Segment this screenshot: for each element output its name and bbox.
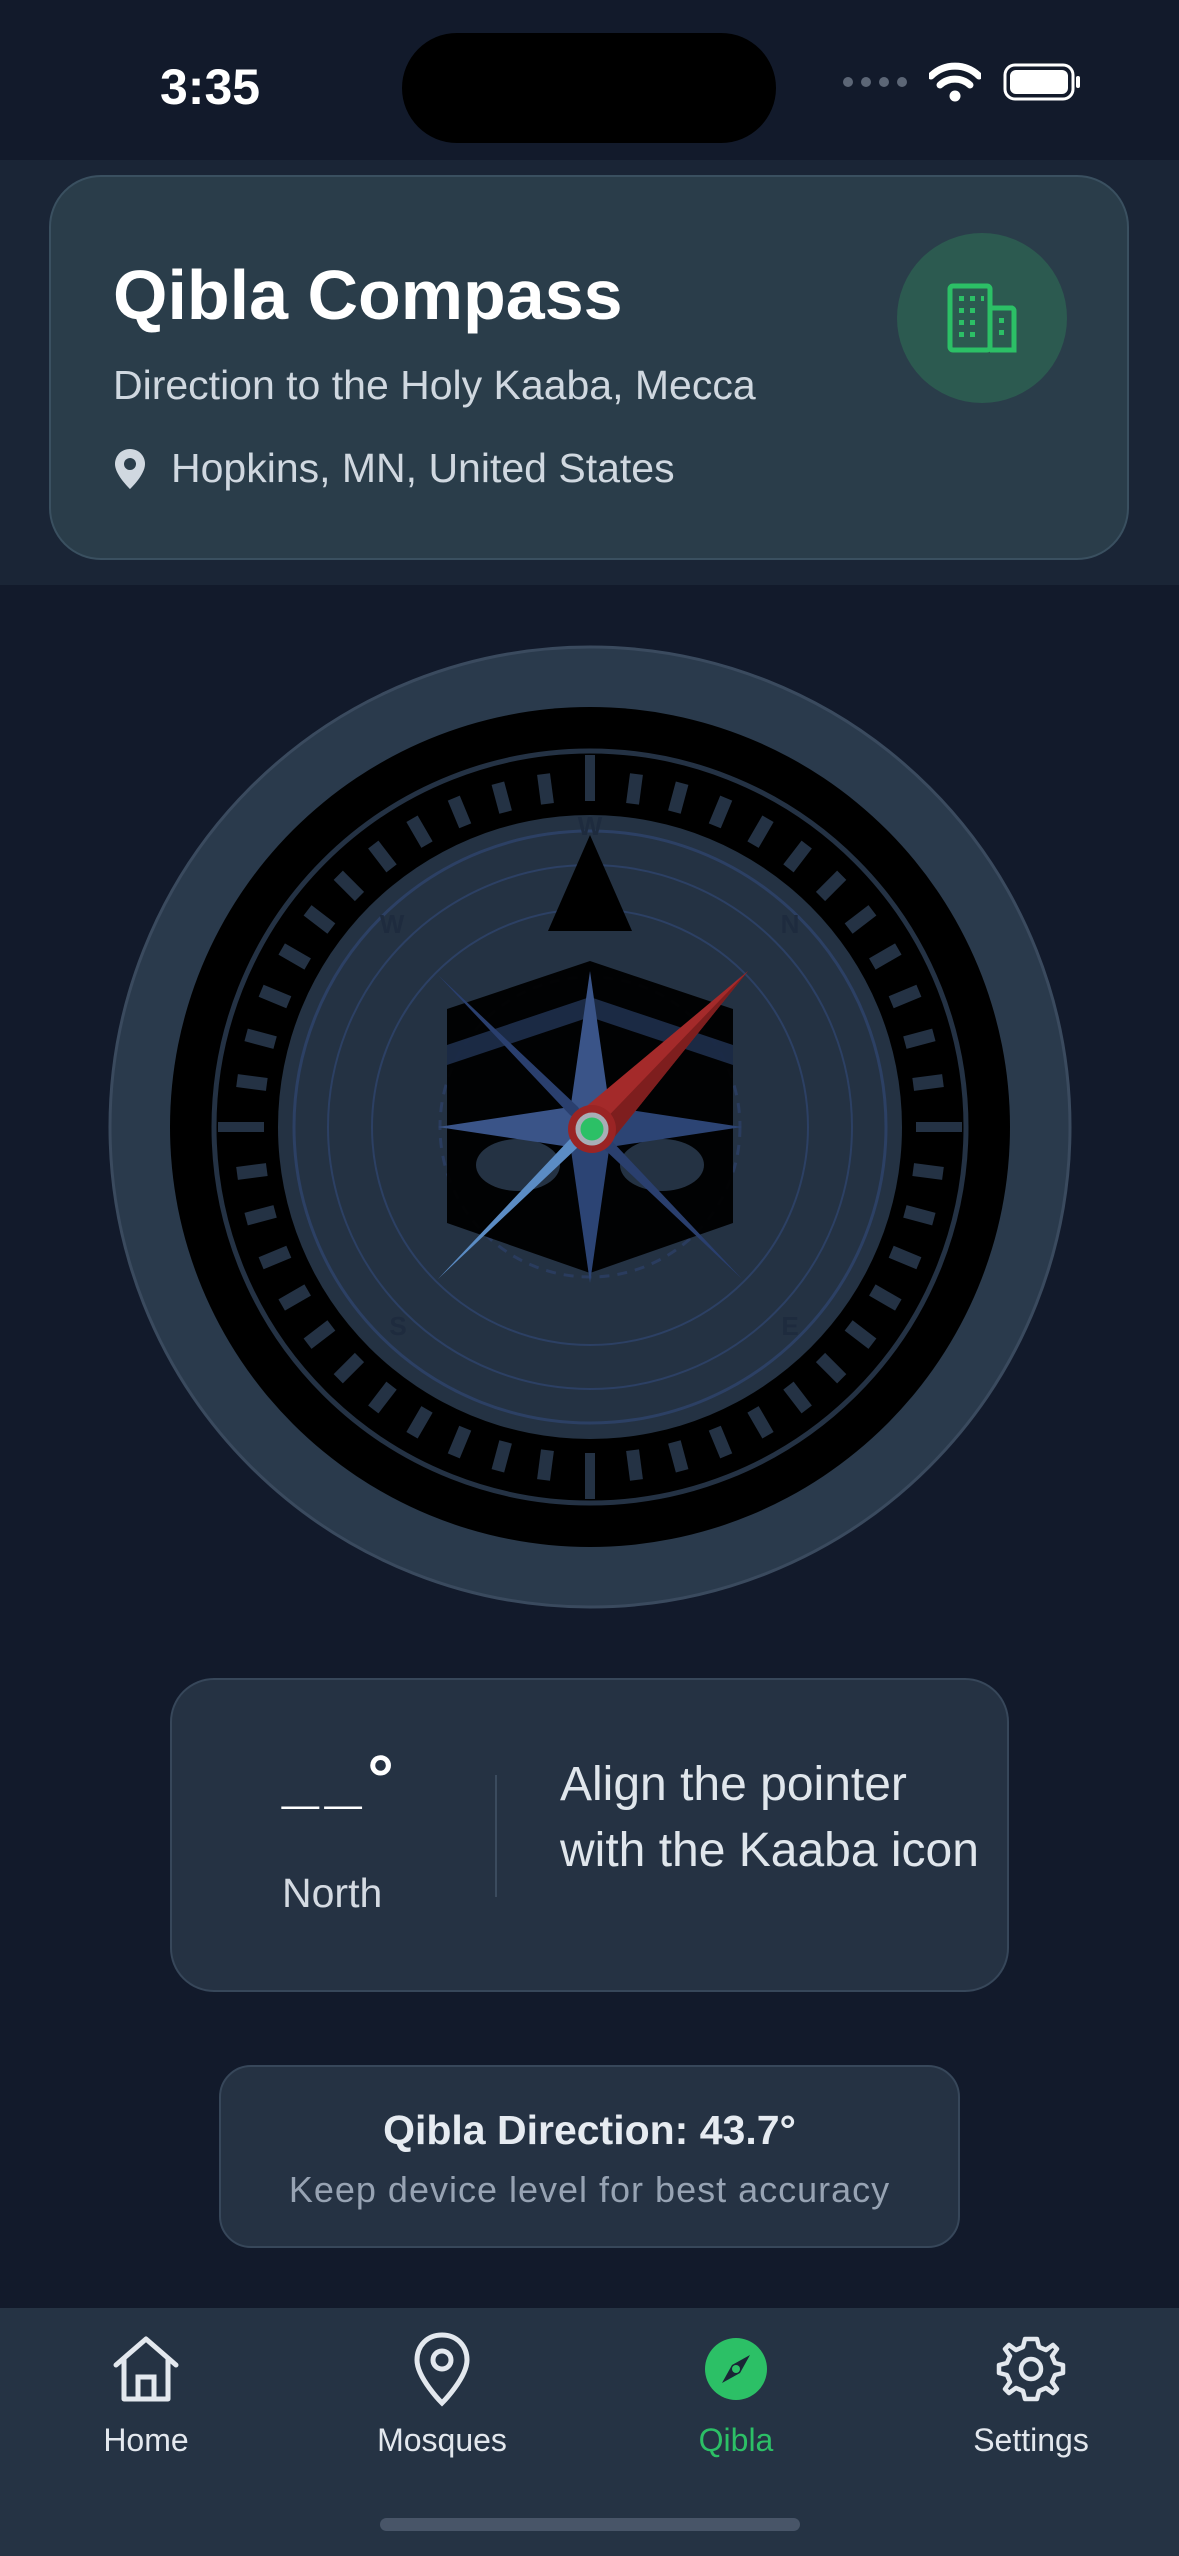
- home-icon: [113, 2336, 179, 2402]
- compass-tick: [236, 1163, 268, 1180]
- qibla-compass: W N E S W: [108, 645, 1072, 1609]
- compass-tick: [244, 1028, 277, 1049]
- compass-tick: [912, 1163, 944, 1180]
- tab-home[interactable]: Home: [26, 2328, 266, 2498]
- tab-qibla[interactable]: Qibla: [616, 2328, 856, 2498]
- compass-tick: [626, 1449, 643, 1481]
- dynamic-island: [402, 33, 776, 143]
- compass-tick: [668, 1440, 689, 1473]
- compass-tick: [537, 1449, 554, 1481]
- cardinal-w: W: [380, 909, 405, 939]
- compass-tick: [903, 1028, 936, 1049]
- heading-info-card: __° North Align the pointer with the Kaa…: [170, 1678, 1009, 1992]
- compass-tick: [244, 1205, 277, 1226]
- location-row: Hopkins, MN, United States: [113, 445, 675, 492]
- heading-value: __°: [282, 1741, 400, 1815]
- qibla-direction-value: Qibla Direction: 43.7°: [383, 2107, 796, 2153]
- location-text: Hopkins, MN, United States: [171, 445, 675, 491]
- compass-tick: [537, 773, 554, 805]
- tab-mosques-label: Mosques: [377, 2422, 507, 2458]
- page-title: Qibla Compass: [113, 256, 623, 334]
- compass-tick: [626, 773, 643, 805]
- wifi-icon: [929, 62, 981, 102]
- header-card: Qibla Compass Direction to the Holy Kaab…: [49, 175, 1129, 560]
- cellular-signal-icon: [843, 77, 907, 87]
- divider: [495, 1775, 497, 1897]
- cardinal-s: S: [389, 1311, 406, 1341]
- accuracy-hint: Keep device level for best accuracy: [288, 2169, 891, 2210]
- compass-tick: [236, 1074, 268, 1091]
- compass-tick: [491, 781, 512, 814]
- compass-tick: [903, 1205, 936, 1226]
- tab-settings[interactable]: Settings: [911, 2328, 1151, 2498]
- cardinal-w-top: W: [578, 811, 603, 841]
- page-subtitle: Direction to the Holy Kaaba, Mecca: [113, 362, 756, 408]
- building-icon: [947, 283, 1017, 353]
- compass-tick: [491, 1440, 512, 1473]
- map-pin-icon: [414, 2332, 470, 2407]
- cardinal-n: N: [781, 909, 800, 939]
- qibla-direction-card: Qibla Direction: 43.7° Keep device level…: [219, 2065, 960, 2248]
- status-time: 3:35: [160, 59, 261, 115]
- tab-qibla-label: Qibla: [698, 2422, 774, 2458]
- status-icons: [843, 62, 1083, 102]
- kaaba-badge: [897, 233, 1067, 403]
- alignment-instruction: Align the pointer with the Kaaba icon: [560, 1758, 979, 1877]
- location-pin-icon: [115, 448, 145, 489]
- home-indicator: [380, 2518, 800, 2531]
- compass-tick: [912, 1074, 944, 1091]
- battery-icon: [1003, 63, 1080, 101]
- compass-tick: [668, 781, 689, 814]
- heading-label: North: [282, 1870, 383, 1916]
- compass-icon: [705, 2338, 767, 2400]
- tab-home-label: Home: [103, 2422, 189, 2458]
- gear-icon: [996, 2336, 1066, 2402]
- tab-mosques[interactable]: Mosques: [322, 2328, 562, 2498]
- tab-settings-label: Settings: [973, 2422, 1089, 2458]
- cardinal-e: E: [781, 1311, 798, 1341]
